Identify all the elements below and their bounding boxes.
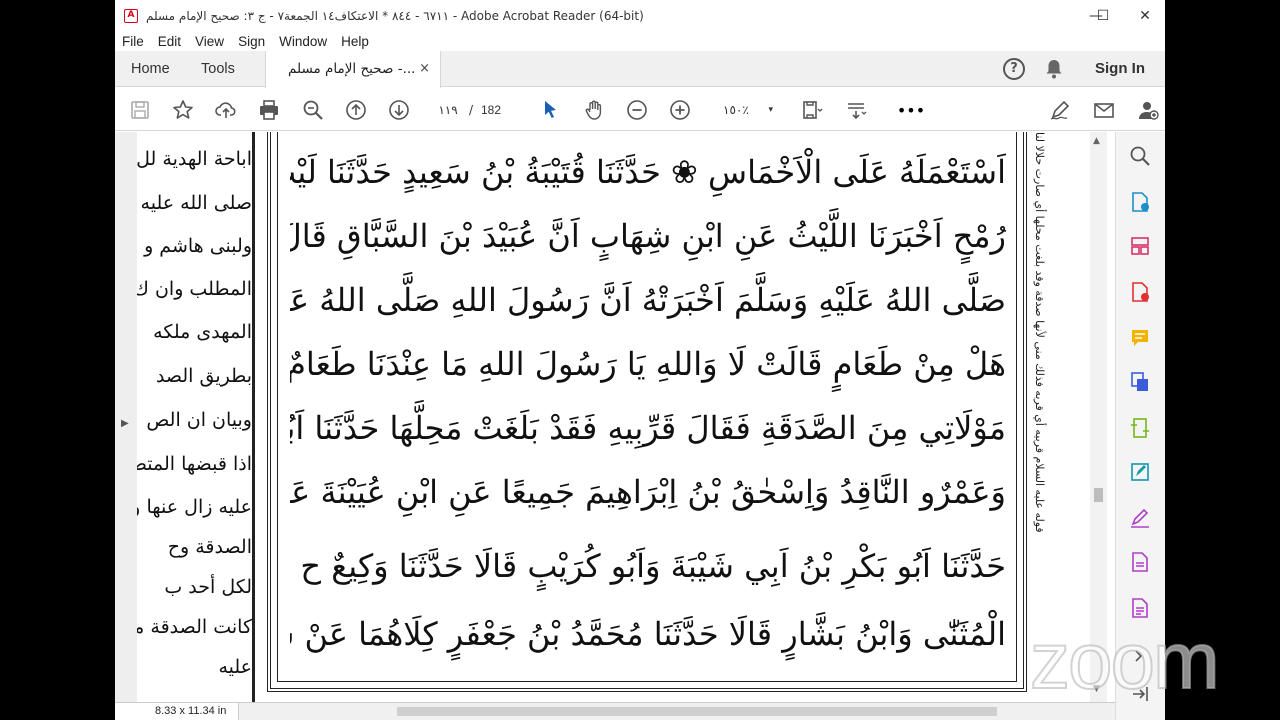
bookmark-star-icon[interactable] (170, 97, 196, 123)
scroll-mode-icon[interactable] (843, 97, 869, 123)
select-cursor-icon[interactable] (537, 97, 563, 123)
left-page-line: ولبنى هاشم و (144, 235, 252, 257)
page-border: اَسْتَعْمَلَهُ عَلَى الْاَخْمَاسِ ❀ حَدَ… (267, 132, 1027, 692)
hadith-line: مَوْلَاتِي مِنَ الصَّدَقَةِ فَقَالَ قَرِ… (290, 409, 1006, 447)
save-icon[interactable] (127, 97, 153, 123)
previous-page-edge: ▶ (115, 132, 137, 702)
protect-pdf-icon[interactable] (1128, 550, 1152, 574)
left-page-line: المطلب وان ك (137, 278, 252, 300)
tab-tools[interactable]: Tools (201, 51, 235, 87)
page-number-input[interactable]: ١١٩ (430, 100, 466, 120)
page-total: 182 (481, 103, 502, 117)
menu-view[interactable]: View (188, 34, 231, 49)
combine-files-icon[interactable] (1128, 370, 1152, 394)
left-page-line: كانت الصدقة مح (137, 616, 252, 638)
zoom-search-icon[interactable] (300, 97, 326, 123)
acrobat-window: A ٦٧١١ - ٨٤٤ * الاعتكاف١٤ الجمعة٧ - ج ٣:… (115, 0, 1165, 720)
page-text-block: اَسْتَعْمَلَهُ عَلَى الْاَخْمَاسِ ❀ حَدَ… (277, 132, 1017, 682)
create-pdf-icon[interactable] (1128, 190, 1152, 214)
maximize-button[interactable]: ☐ (1083, 0, 1123, 31)
sign-pen-icon[interactable] (1047, 97, 1073, 123)
page-display-icon[interactable] (799, 97, 825, 123)
margin-commentary: قوله عليه السلام قربيه أي قربه فذلك منى … (1033, 132, 1065, 532)
scroll-up-icon[interactable]: ▲ (1093, 136, 1100, 146)
email-icon[interactable] (1091, 97, 1117, 123)
left-page-line: اذا قبضها المتص (137, 453, 252, 475)
hadith-line: رُمْحٍ اَخْبَرَنَا اللَّيْثُ عَنِ ابْنِ … (290, 217, 1006, 255)
menu-file[interactable]: File (115, 34, 151, 49)
hand-tool-icon[interactable] (581, 97, 607, 123)
comment-icon[interactable] (1128, 326, 1152, 350)
toolbar: ١١٩ / 182 ١٥٠٪ ▾ ••• (115, 88, 1165, 131)
export-pdf-icon[interactable] (1128, 280, 1152, 304)
page-size-label: 8.33 x 11.34 in (115, 703, 239, 720)
tabs-row: Home Tools صحيح الإمام مسلم -... × ? Sig… (115, 51, 1165, 88)
sign-in-button[interactable]: Sign In (1095, 51, 1145, 87)
help-icon[interactable]: ? (1003, 58, 1025, 80)
chevron-down-icon: ▾ (768, 105, 773, 115)
margin-commentary-text: قوله عليه السلام قربيه أي قربه فذلك منى … (1033, 132, 1046, 532)
hadith-line: اَسْتَعْمَلَهُ عَلَى الْاَخْمَاسِ ❀ حَدَ… (290, 153, 1006, 191)
tab-home[interactable]: Home (131, 51, 170, 87)
document-view[interactable]: ▶ اباحة الهدية لل صلى الله عليه و ولبنى … (115, 132, 1115, 702)
hadith-line: حَدَّثَنَا اَبُو بَكْرِ بْنُ اَبِي شَيْب… (290, 547, 1006, 585)
menu-help[interactable]: Help (334, 34, 376, 49)
left-page-line: صلى الله عليه و (137, 192, 252, 214)
left-page-line: بطريق الصد (155, 365, 252, 387)
close-button[interactable]: ✕ (1125, 0, 1165, 31)
menu-bar: File Edit View Sign Window Help (115, 31, 376, 51)
next-page-icon[interactable] (386, 97, 412, 123)
zoom-out-icon[interactable] (624, 97, 650, 123)
previous-page-icon[interactable] (343, 97, 369, 123)
left-page-line: اباحة الهدية لل (137, 148, 252, 170)
left-page-line: المهدى ملكه (153, 321, 252, 343)
left-page-line: الصدقة وح (167, 536, 252, 558)
horizontal-scrollbar-thumb[interactable] (397, 707, 997, 716)
previous-page-content: اباحة الهدية لل صلى الله عليه و ولبنى ها… (137, 132, 255, 702)
hadith-line: وَعَمْرٌو النَّاقِدُ وَاِسْحٰقُ بْنُ اِب… (290, 473, 1006, 511)
title-bar: A ٦٧١١ - ٨٤٤ * الاعتكاف١٤ الجمعة٧ - ج ٣:… (115, 0, 1165, 31)
page-separator: / (469, 103, 474, 117)
scrollbar-thumb[interactable] (1094, 488, 1103, 502)
bell-icon[interactable] (1045, 59, 1063, 79)
acrobat-icon: A (124, 8, 138, 23)
close-tab-icon[interactable]: × (419, 51, 430, 87)
hadith-line: صَلَّى اللهُ عَلَيْهِ وَسَلَّمَ اَخْبَرَ… (290, 281, 1006, 319)
window-title: ٦٧١١ - ٨٤٤ * الاعتكاف١٤ الجمعة٧ - ج ٣: ص… (146, 8, 644, 23)
upload-cloud-icon[interactable] (213, 97, 239, 123)
print-icon[interactable] (256, 97, 282, 123)
left-page-line: عليه (218, 656, 252, 678)
zoom-level-value: ١٥٠٪ (723, 103, 749, 117)
menu-edit[interactable]: Edit (151, 34, 188, 49)
tab-document[interactable]: صحيح الإمام مسلم -... × (265, 51, 441, 88)
edit-pdf-icon[interactable] (1128, 460, 1152, 484)
menu-sign[interactable]: Sign (231, 34, 272, 49)
fill-sign-icon[interactable] (1128, 506, 1152, 530)
zoom-in-icon[interactable] (667, 97, 693, 123)
left-page-line: عليه زال عنها و (137, 496, 252, 518)
zoom-watermark: zoom (1029, 615, 1221, 706)
left-page-line: لكل أحد ب (164, 576, 252, 598)
caret-right-icon[interactable]: ▶ (121, 418, 129, 429)
hadith-line: هَلْ مِنْ طَعَامٍ قَالَتْ لَا وَاللهِ يَ… (290, 345, 1006, 383)
share-user-icon[interactable] (1135, 97, 1161, 123)
zoom-level-select[interactable]: ١٥٠٪ ▾ (715, 100, 777, 120)
compress-pdf-icon[interactable] (1128, 416, 1152, 440)
zoom-search-icon[interactable] (1128, 144, 1152, 168)
left-page-line: وبيان ان الص (146, 409, 252, 431)
hadith-line: الْمُثَنّٰى وَابْنُ بَشَّارٍ قَالَا حَدَ… (290, 615, 1006, 653)
more-tools-icon[interactable]: ••• (897, 97, 925, 123)
document-tab-label: صحيح الإمام مسلم -... (288, 61, 416, 77)
status-bar: 8.33 x 11.34 in (115, 702, 1115, 720)
organize-pages-icon[interactable] (1128, 234, 1152, 258)
menu-window[interactable]: Window (272, 34, 334, 49)
